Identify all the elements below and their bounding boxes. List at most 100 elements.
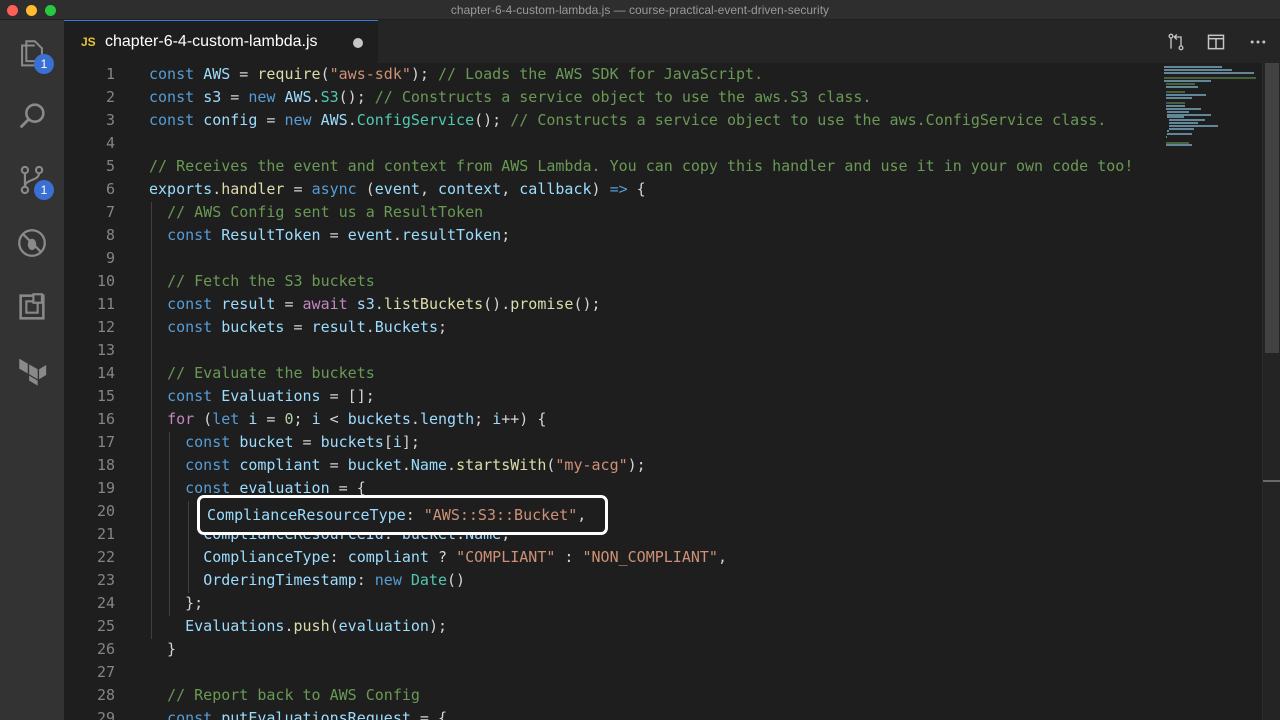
line-number: 12 [96, 318, 115, 336]
activity-extensions[interactable] [12, 287, 52, 327]
code-token: (). [483, 295, 511, 313]
code-token: ); [410, 65, 429, 83]
code-line[interactable]: 16 for (let i = 0; i < buckets.length; i… [64, 408, 1164, 431]
minimap-line [1169, 119, 1205, 122]
code-token: let [212, 410, 240, 428]
code-line[interactable]: 8 const ResultToken = event.resultToken; [64, 224, 1164, 247]
activity-source-control[interactable]: 1 [12, 160, 54, 200]
window-title: chapter-6-4-custom-lambda.js — course-pr… [450, 3, 830, 17]
minimap[interactable] [1164, 63, 1264, 720]
line-code: const config = new AWS.ConfigService(); … [149, 109, 1106, 132]
line-code: }; [149, 592, 203, 615]
code-token: AWS [284, 88, 312, 106]
code-line[interactable]: 18 const compliant = bucket.Name.startsW… [64, 454, 1164, 477]
code-token: callback [519, 180, 592, 198]
code-line[interactable]: 14 // Evaluate the buckets [64, 362, 1164, 385]
vertical-scrollbar[interactable] [1262, 63, 1280, 720]
code-line[interactable]: 25 Evaluations.push(evaluation); [64, 615, 1164, 638]
unsaved-changes-dot-icon[interactable] [353, 38, 363, 48]
code-line[interactable]: 9 [64, 247, 1164, 270]
activity-explorer[interactable]: 1 [12, 34, 54, 74]
line-number: 18 [96, 456, 115, 474]
line-number: 14 [96, 364, 115, 382]
code-line[interactable]: 13 [64, 339, 1164, 362]
code-line[interactable]: 1 const AWS = require("aws-sdk"); // Load… [64, 63, 1164, 86]
code-token: ) [591, 180, 610, 198]
code-line[interactable]: 26 } [64, 638, 1164, 661]
code-token: for [167, 410, 195, 428]
code-token: . [311, 88, 321, 106]
tab-bar: JS chapter-6-4-custom-lambda.js [64, 20, 1280, 63]
code-token: const [167, 295, 213, 313]
code-line[interactable]: 12 const buckets = result.Buckets; [64, 316, 1164, 339]
line-number: 17 [96, 433, 115, 451]
code-line[interactable]: 6 exports.handler = async (event, context… [64, 178, 1164, 201]
activity-debug[interactable] [12, 223, 52, 263]
code-line[interactable]: 10 // Fetch the S3 buckets [64, 270, 1164, 293]
javascript-file-icon: JS [81, 35, 96, 49]
code-line[interactable]: 22 ComplianceType: compliant ? "COMPLIAN… [64, 546, 1164, 569]
code-token: // Loads the AWS SDK for JavaScript. [438, 65, 764, 83]
line-number: 1 [105, 65, 115, 83]
code-token: const [167, 318, 213, 336]
code-token: "NON_COMPLIANT" [582, 548, 718, 566]
code-line[interactable]: 23 OrderingTimestamp: new Date() [64, 569, 1164, 592]
code-line[interactable]: 27 [64, 661, 1164, 684]
minimap-line [1169, 122, 1198, 124]
line-number: 25 [96, 617, 115, 635]
code-token: = [230, 65, 258, 83]
code-token: promise [510, 295, 574, 313]
minimap-line [1169, 127, 1194, 130]
code-line[interactable]: 7 // AWS Config sent us a ResultToken [64, 201, 1164, 224]
code-line[interactable]: 29 const putEvaluationsRequest = { [64, 707, 1164, 720]
code-token: = [257, 410, 285, 428]
code-token: // Receives the event and context from A… [149, 157, 1134, 175]
code-token: ); [627, 456, 646, 474]
code-token: = [284, 318, 312, 336]
minimap-line [1164, 66, 1222, 68]
minimap-line [1165, 141, 1190, 144]
minimap-line [1165, 94, 1207, 96]
code-token: }; [149, 594, 204, 612]
code-token: = { [410, 709, 448, 720]
code-line[interactable]: 15 const Evaluations = []; [64, 385, 1164, 408]
line-number: 27 [96, 663, 115, 681]
more-actions-button[interactable] [1246, 30, 1270, 54]
code-line[interactable]: 17 const bucket = buckets[i]; [64, 431, 1164, 454]
split-editor-button[interactable] [1204, 30, 1228, 54]
code-line[interactable]: 3 const config = new AWS.ConfigService();… [64, 109, 1164, 132]
open-changes-button[interactable] [1164, 30, 1188, 54]
activity-search[interactable] [12, 96, 52, 136]
minimap-line [1167, 113, 1211, 116]
code-token: = []; [320, 387, 375, 405]
code-token: . [365, 318, 375, 336]
code-line[interactable]: 4 [64, 132, 1164, 155]
code-token: AWS [320, 111, 348, 129]
code-token: // Report back to AWS Config [167, 686, 420, 704]
activity-terraform[interactable] [12, 350, 52, 390]
code-token: Buckets [374, 318, 438, 336]
code-token: . [410, 410, 420, 428]
code-token: => [609, 180, 628, 198]
code-token: // AWS Config sent us a ResultToken [167, 203, 484, 221]
code-token: "AWS::S3::Bucket" [423, 506, 578, 524]
code-token: AWS [203, 65, 231, 83]
code-token: // Constructs a service object to use th… [510, 111, 1107, 129]
code-editor[interactable]: 1 const AWS = require("aws-sdk"); // Load… [64, 63, 1280, 720]
line-code: Evaluations.push(evaluation); [149, 615, 447, 638]
code-token: require [257, 65, 321, 83]
code-token: . [347, 111, 357, 129]
code-line[interactable]: 28 // Report back to AWS Config [64, 684, 1164, 707]
scrollbar-thumb[interactable] [1265, 63, 1279, 353]
code-token: event [347, 226, 393, 244]
code-line[interactable]: 5 // Receives the event and context from … [64, 155, 1164, 178]
code-line[interactable]: 11 const result = await s3.listBuckets()… [64, 293, 1164, 316]
tab-chapter-6-4-custom-lambda[interactable]: JS chapter-6-4-custom-lambda.js [64, 20, 378, 63]
code-line[interactable]: 2 const s3 = new AWS.S3(); // Constructs … [64, 86, 1164, 109]
code-line[interactable]: 24 }; [64, 592, 1164, 615]
